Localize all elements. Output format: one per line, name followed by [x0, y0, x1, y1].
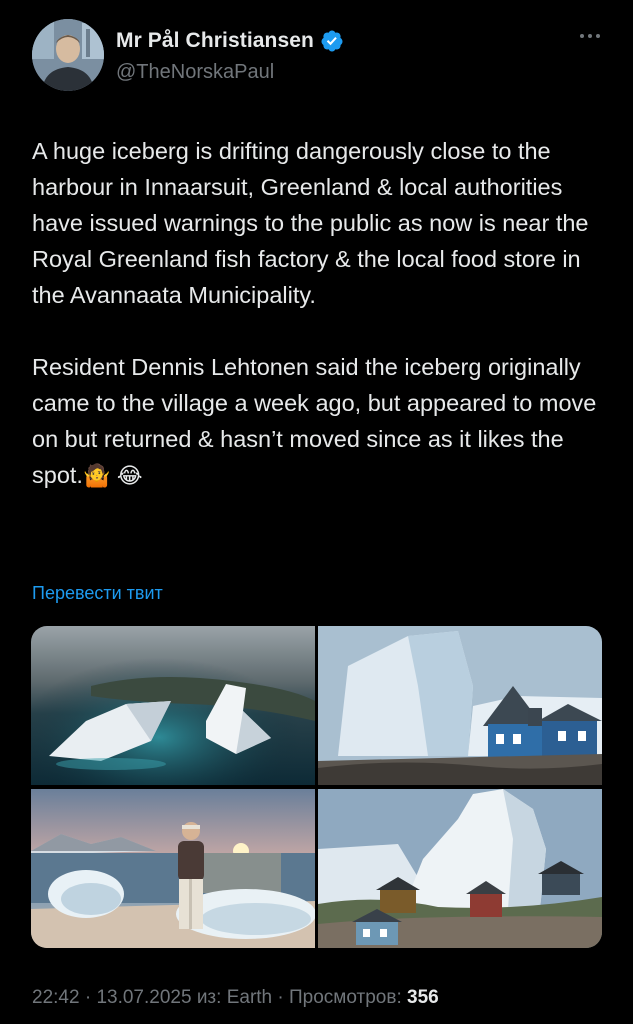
tweet-time[interactable]: 22:42: [32, 987, 80, 1008]
verified-badge-icon: [321, 30, 343, 52]
views-label: Просмотров:: [289, 987, 402, 1008]
more-options-icon[interactable]: [580, 33, 602, 39]
media-photo-2[interactable]: [318, 626, 602, 785]
avatar[interactable]: [32, 19, 104, 91]
iceberg-blue-house-photo-icon: [318, 626, 602, 785]
tweet-date[interactable]: 13.07.2025: [96, 987, 191, 1008]
shrug-emoji-icon: 🤷: [82, 464, 111, 489]
tweet-paragraph-2: Resident Dennis Lehtonen said the iceber…: [32, 349, 607, 495]
tweet-text: A huge iceberg is drifting dangerously c…: [32, 133, 607, 495]
display-name[interactable]: Mr Pål Christiansen: [116, 29, 314, 53]
source-prefix: из:: [196, 987, 222, 1008]
media-photo-3[interactable]: [31, 789, 315, 948]
handle[interactable]: @TheNorskaPaul: [116, 61, 274, 84]
man-iceberg-sunset-photo-icon: [31, 789, 315, 948]
media-photo-4[interactable]: [318, 789, 602, 948]
tweet-source: Earth: [226, 987, 273, 1008]
views-count[interactable]: 356: [407, 987, 439, 1008]
tweet-meta: 22:42 · 13.07.2025 из: Earth · Просмотро…: [32, 987, 439, 1008]
aerial-icebergs-photo-icon: [31, 626, 315, 785]
tweet-paragraph-1: A huge iceberg is drifting dangerously c…: [32, 138, 589, 308]
avatar-photo-icon: [32, 19, 104, 91]
media-grid: [31, 626, 602, 948]
media-photo-1[interactable]: [31, 626, 315, 785]
iceberg-village-houses-photo-icon: [318, 789, 602, 948]
tweet-header: Mr Pål Christiansen @TheNorskaPaul: [32, 19, 602, 93]
translate-tweet-link[interactable]: Перевести твит: [32, 583, 163, 604]
name-row: Mr Pål Christiansen: [116, 29, 344, 53]
laughing-emoji-icon: 😂: [116, 464, 143, 489]
